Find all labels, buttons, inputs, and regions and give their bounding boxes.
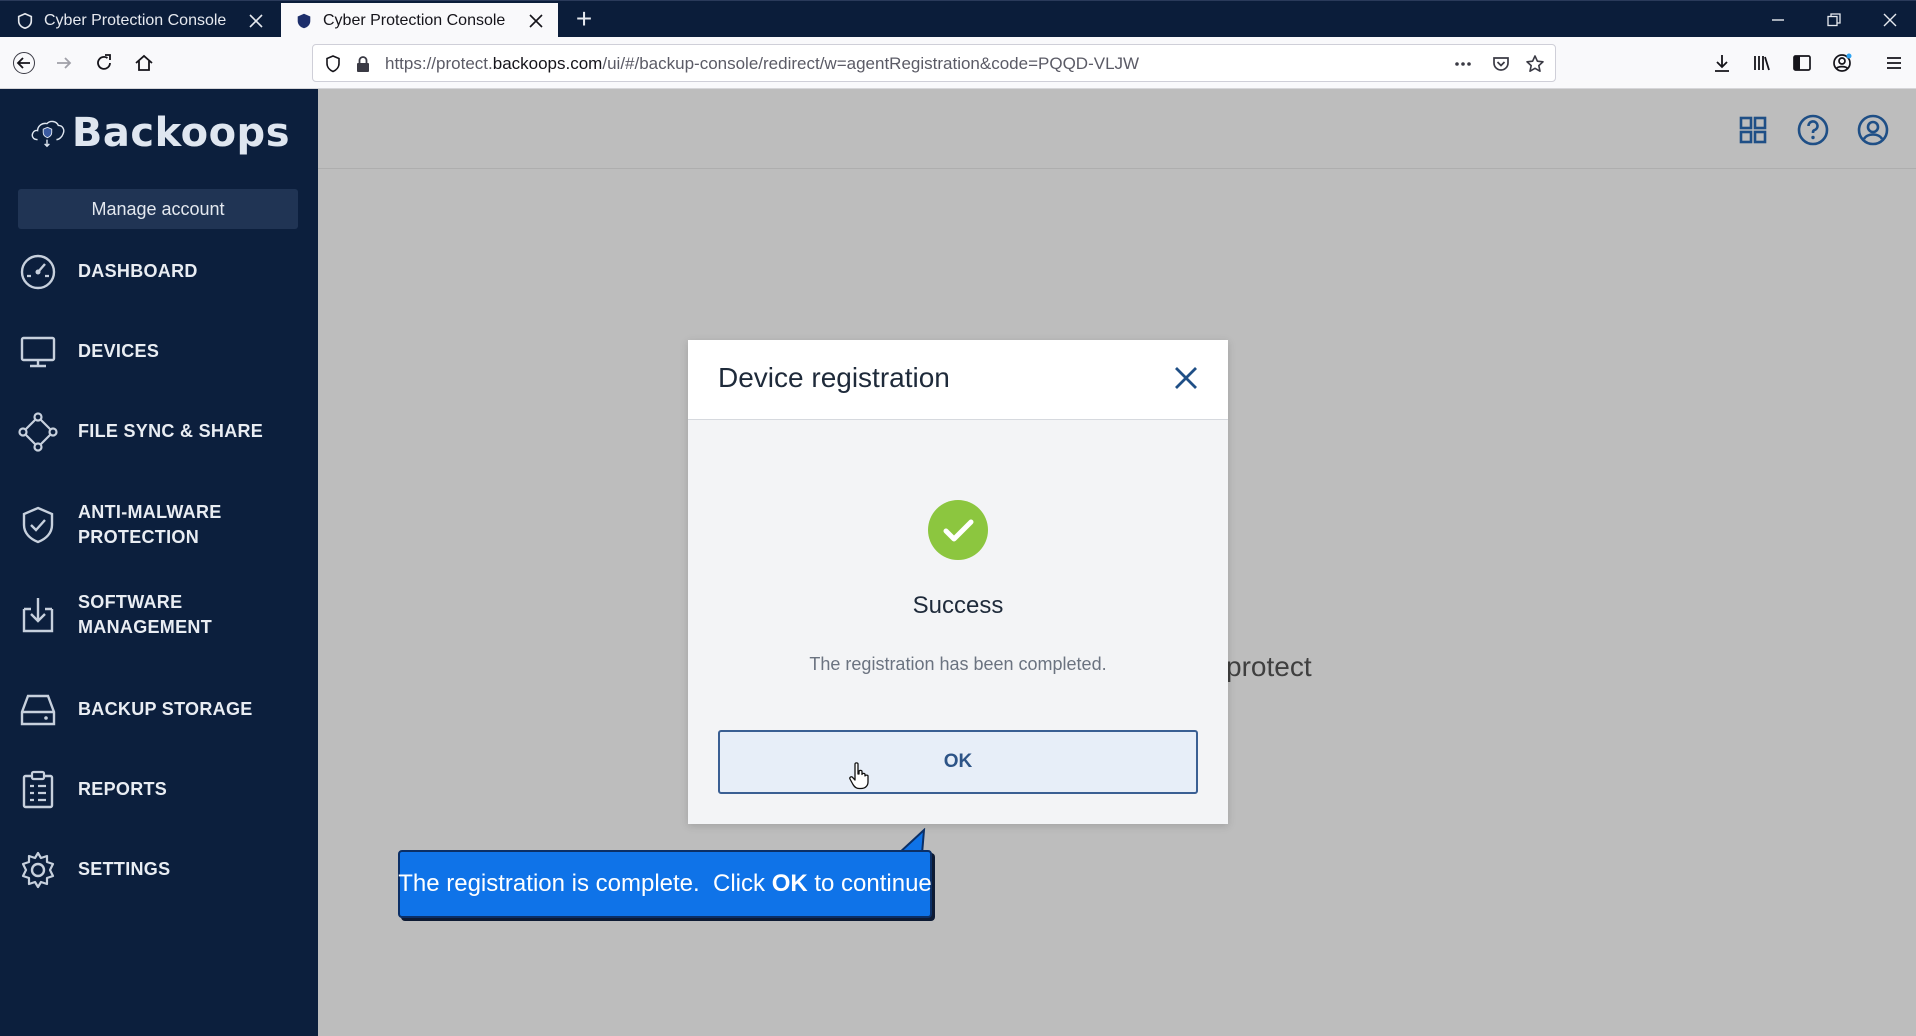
home-button[interactable] — [126, 45, 162, 81]
help-icon[interactable] — [1796, 113, 1830, 147]
dialog-title: Device registration — [718, 362, 950, 393]
logo[interactable]: Backoops — [30, 97, 290, 169]
close-tab-icon[interactable] — [246, 11, 266, 31]
user-profile-icon[interactable] — [1856, 113, 1890, 147]
minimize-window-icon[interactable] — [1750, 1, 1806, 38]
logo-text: Backoops — [71, 110, 290, 156]
tab-title: Cyber Protection Console — [323, 11, 506, 29]
browser-toolbar: https://protect.backoops.com/ui/#/backup… — [0, 37, 1916, 89]
url-path: /ui/#/backup-console/redirect/w=agentReg… — [602, 54, 1140, 73]
sidebar-item-dashboard[interactable]: DASHBOARD — [0, 247, 318, 297]
ok-button[interactable]: OK — [718, 730, 1198, 794]
background-text: protect — [1226, 651, 1312, 682]
sidebar-item-reports[interactable]: REPORTS — [0, 765, 318, 815]
apps-grid-icon[interactable] — [1736, 113, 1770, 147]
settings-gear-icon — [21, 851, 55, 889]
close-icon[interactable] — [1168, 360, 1204, 396]
sidebar-item-settings[interactable]: SETTINGS — [0, 845, 318, 895]
account-icon — [1833, 53, 1852, 72]
dashboard-icon — [20, 254, 56, 290]
downloads-button[interactable] — [1704, 45, 1740, 81]
cloud-shield-logo-icon — [31, 120, 65, 148]
dialog-header: Device registration — [688, 340, 1228, 420]
sidebar: Backoops Manage account DASHBOARD DEVICE… — [0, 89, 318, 1036]
sidebar-item-label: DASHBOARD — [78, 261, 198, 281]
sidebar-toggle-button[interactable] — [1784, 45, 1820, 81]
sidebar-item-label: SETTINGS — [78, 859, 171, 879]
forward-button[interactable] — [46, 45, 82, 81]
label-line-1: ANTI-MALWARE — [78, 502, 222, 522]
lock-icon[interactable] — [353, 54, 373, 74]
manage-account-button[interactable]: Manage account — [18, 189, 298, 229]
software-management-icon — [22, 598, 54, 633]
tracking-protection-shield-icon[interactable] — [323, 54, 343, 74]
success-title: Success — [912, 592, 1004, 619]
label-line-2: PROTECTION — [78, 527, 200, 547]
menu-button[interactable] — [1876, 45, 1912, 81]
url-text[interactable]: https://protect.backoops.com/ui/#/backup… — [385, 54, 1139, 74]
hand-pointer-cursor-icon — [849, 762, 869, 790]
guide-callout: The registration is complete. Click OK t… — [398, 850, 932, 918]
sidebar-item-file-sync-share[interactable]: FILE SYNC & SHARE — [0, 407, 318, 457]
sidebar-item-software-management[interactable]: SOFTWARE MANAGEMENT — [0, 577, 318, 653]
account-button[interactable] — [1824, 45, 1860, 81]
browser-tab-strip: Cyber Protection Console Cyber Protectio… — [0, 0, 1916, 38]
reload-button[interactable] — [86, 45, 122, 81]
url-prefix: https://protect. — [385, 54, 493, 73]
sidebar-item-anti-malware[interactable]: ANTI-MALWARE PROTECTION — [0, 487, 318, 563]
library-button[interactable] — [1744, 45, 1780, 81]
library-icon — [1754, 56, 1770, 71]
more-actions-icon[interactable] — [1453, 54, 1473, 74]
success-check-icon — [928, 500, 988, 560]
tab-title: Cyber Protection Console — [44, 11, 227, 29]
shield-favicon-icon — [17, 12, 33, 29]
back-button[interactable] — [6, 45, 42, 81]
label-line-1: SOFTWARE — [78, 592, 183, 612]
sidebar-item-devices[interactable]: DEVICES — [0, 327, 318, 377]
backup-storage-icon — [20, 694, 56, 726]
hamburger-menu-icon — [1887, 57, 1901, 69]
download-icon — [1715, 55, 1729, 72]
restore-window-icon[interactable] — [1806, 1, 1862, 38]
callout-text: The registration is complete. Click — [398, 870, 772, 897]
devices-icon — [20, 336, 56, 368]
back-arrow-icon — [13, 52, 35, 74]
browser-tab[interactable]: Cyber Protection Console — [2, 3, 278, 38]
sidebar-item-label: FILE SYNC & SHARE — [78, 421, 264, 441]
device-registration-dialog: Device registration Success The registra… — [688, 340, 1228, 824]
url-host: backoops.com — [492, 54, 603, 73]
reload-icon — [97, 54, 111, 70]
callout-text: to continue — [807, 870, 932, 897]
success-message: The registration has been completed. — [809, 654, 1107, 674]
sidebar-icon — [1793, 55, 1811, 71]
bookmark-star-icon[interactable] — [1525, 54, 1545, 74]
sidebar-item-backup-storage[interactable]: BACKUP STORAGE — [0, 685, 318, 735]
close-window-icon[interactable] — [1862, 1, 1916, 38]
address-bar[interactable]: https://protect.backoops.com/ui/#/backup… — [312, 44, 1556, 82]
file-sync-share-icon — [18, 412, 58, 452]
callout-text-bold: OK — [771, 870, 808, 897]
browser-tab-active[interactable]: Cyber Protection Console — [281, 3, 558, 38]
forward-arrow-icon — [57, 57, 72, 69]
sidebar-item-label: BACKUP STORAGE — [78, 699, 253, 719]
sidebar-item-label: REPORTS — [78, 779, 168, 799]
anti-malware-shield-icon — [22, 506, 54, 544]
reports-icon — [22, 770, 54, 809]
app-header — [318, 89, 1916, 169]
home-icon — [135, 54, 153, 71]
close-tab-icon[interactable] — [526, 11, 546, 31]
sidebar-item-label: DEVICES — [78, 341, 160, 361]
pocket-icon[interactable] — [1491, 54, 1511, 74]
sidebar-item-label: SOFTWARE MANAGEMENT — [78, 590, 212, 640]
sidebar-item-label: ANTI-MALWARE PROTECTION — [78, 500, 222, 550]
shield-favicon-icon — [297, 13, 311, 28]
new-tab-button[interactable]: + — [568, 5, 600, 35]
label-line-2: MANAGEMENT — [78, 617, 212, 637]
